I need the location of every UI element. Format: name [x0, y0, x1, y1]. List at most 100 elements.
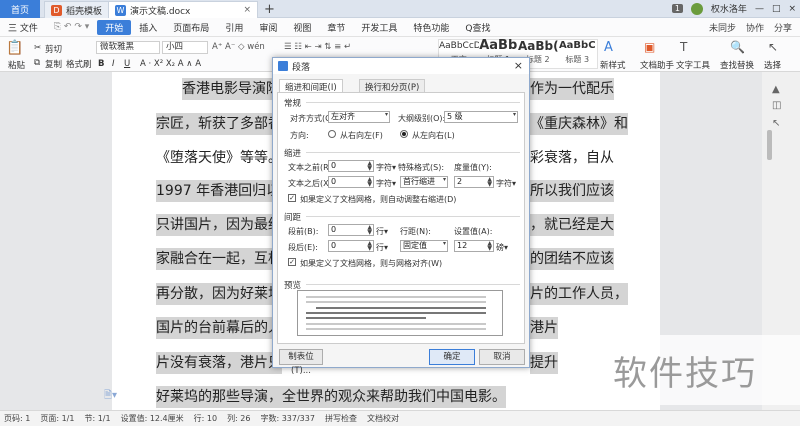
cancel-button[interactable]: 取消 — [479, 349, 525, 365]
menu-review[interactable]: 审阅 — [251, 21, 285, 34]
rtl-label[interactable]: 从右向左(F) — [340, 130, 383, 141]
menu-file[interactable]: 三 文件 — [0, 21, 46, 34]
alignment-select[interactable]: 左对齐 ▾ — [328, 111, 390, 123]
text-tools-icon[interactable]: T — [680, 40, 687, 54]
doc-fragment-1[interactable]: 作为一代配乐 — [530, 78, 614, 100]
new-style-button[interactable]: 新样式 — [600, 59, 626, 71]
outline-level-select[interactable]: 5 级 ▾ — [444, 111, 518, 123]
doc-fragment-5[interactable]: ，就已经是大 — [530, 214, 614, 236]
doc-line-8[interactable]: 国片的台前幕后的人 — [156, 317, 282, 339]
doc-line-1[interactable]: 香港电影导演陈 — [182, 78, 280, 100]
doc-line-4[interactable]: 1997 年香港回归以 — [156, 180, 281, 202]
ok-button[interactable]: 确定 — [429, 349, 475, 365]
indent-before-input[interactable]: 0 ▲ ▼ — [328, 160, 374, 172]
spinner-icon[interactable]: ▲ ▼ — [367, 241, 372, 252]
share-button[interactable]: 分享 — [774, 21, 792, 34]
sync-status[interactable]: 未同步 — [709, 21, 736, 34]
copy-button[interactable]: 复制 — [45, 58, 62, 70]
close-tab-icon[interactable]: × — [243, 5, 251, 15]
paste-icon[interactable]: 📋 — [6, 40, 23, 56]
cut-button[interactable]: 剪切 — [45, 43, 62, 55]
doc-line-3[interactable]: 《堕落天使》等等。 — [156, 147, 282, 169]
auto-indent-label[interactable]: 如果定义了文档网格，则自动调整右缩进(D) — [300, 194, 456, 205]
set-value-unit[interactable]: 磅▾ — [496, 242, 508, 253]
doc-fragment-7[interactable]: 片的工作人员， — [530, 283, 628, 305]
tab-stops-button[interactable]: 制表位(T)... — [279, 349, 323, 376]
spell-check-button[interactable]: 拼写检查 — [325, 413, 357, 424]
sidebar-up-icon[interactable]: ▲ — [772, 84, 780, 95]
menu-search[interactable]: Q查找 — [457, 21, 498, 34]
format-painter-button[interactable]: 格式刷 — [66, 58, 92, 70]
spinner-icon[interactable]: ▲ ▼ — [367, 225, 372, 236]
menu-features[interactable]: 特色功能 — [405, 21, 457, 34]
menu-insert[interactable]: 插入 — [131, 21, 165, 34]
spinner-icon[interactable]: ▲ ▼ — [487, 241, 492, 252]
doc-line-7[interactable]: 再分散，因为好莱坞 — [156, 283, 282, 305]
doc-fragment-8[interactable]: 港片 — [530, 317, 558, 339]
underline-icon[interactable]: U — [124, 59, 130, 69]
doc-line-6[interactable]: 家融合在一起，互相 — [156, 248, 282, 270]
user-name[interactable]: 权水洛年 — [711, 2, 747, 15]
tab-document[interactable]: W 演示文稿.docx × — [108, 1, 258, 18]
measure-input[interactable]: 2 ▲ ▼ — [454, 176, 494, 188]
italic-icon[interactable]: I — [112, 59, 115, 69]
spinner-icon[interactable]: ▲ ▼ — [487, 177, 492, 188]
doc-assistant-button[interactable]: 文档助手 — [640, 59, 674, 71]
spinner-icon[interactable]: ▲ ▼ — [367, 177, 372, 188]
doc-line-10[interactable]: 好莱坞的那些导演，全世界的观众来帮助我们中国电影。 — [156, 386, 506, 408]
indent-after-unit[interactable]: 字符▾ — [376, 178, 396, 189]
minimize-button[interactable]: — — [755, 4, 764, 14]
set-value-input[interactable]: 12 ▲ ▼ — [454, 240, 494, 252]
ltr-label[interactable]: 从左向右(L) — [412, 130, 455, 141]
paste-button[interactable]: 粘贴 — [8, 59, 25, 71]
space-before-input[interactable]: 0 ▲ ▼ — [328, 224, 374, 236]
bold-icon[interactable]: B — [98, 59, 104, 69]
font-size-select[interactable]: 小四 — [162, 41, 208, 54]
cursor-icon[interactable]: ↖ — [768, 40, 778, 54]
status-word-count[interactable]: 字数: 337/337 — [260, 413, 314, 424]
menu-start[interactable]: 开始 — [97, 19, 132, 35]
proofread-button[interactable]: 文档校对 — [367, 413, 399, 424]
menu-view[interactable]: 视图 — [285, 21, 319, 34]
find-replace-button[interactable]: 查找替换 — [720, 59, 754, 71]
space-after-input[interactable]: 0 ▲ ▼ — [328, 240, 374, 252]
text-tools-button[interactable]: 文字工具 — [676, 59, 710, 71]
measure-unit[interactable]: 字符▾ — [496, 178, 516, 189]
doc-fragment-4[interactable]: 所以我们应该 — [530, 180, 614, 202]
menu-page-layout[interactable]: 页面布局 — [165, 21, 217, 34]
line-spacing-select[interactable]: 固定值 ▾ — [400, 240, 448, 252]
dialog-title-bar[interactable]: 段落 × — [273, 58, 529, 74]
font-family-select[interactable]: 微软雅黑 — [96, 41, 160, 54]
special-format-select[interactable]: 首行缩进 ▾ — [400, 176, 448, 188]
doc-fragment-3[interactable]: 彩衰落，自从 — [530, 147, 614, 169]
search-icon[interactable]: 🔍 — [730, 40, 745, 54]
space-before-unit[interactable]: 行▾ — [376, 226, 388, 237]
tab-indent-spacing[interactable]: 缩进和间距(I) — [279, 79, 343, 93]
auto-indent-checkbox[interactable]: ✓ — [288, 194, 296, 202]
ltr-radio[interactable] — [400, 130, 408, 138]
spinner-icon[interactable]: ▲ ▼ — [367, 161, 372, 172]
avatar[interactable] — [690, 2, 703, 15]
indent-before-unit[interactable]: 字符▾ — [376, 162, 396, 173]
menu-references[interactable]: 引用 — [217, 21, 251, 34]
rtl-radio[interactable] — [328, 130, 336, 138]
snap-grid-checkbox[interactable]: ✓ — [288, 258, 296, 266]
sidebar-select-icon[interactable]: ↖ — [772, 118, 780, 129]
doc-line-9[interactable]: 片没有衰落，港片只 — [156, 352, 282, 374]
snap-grid-label[interactable]: 如果定义了文档网格，则与网格对齐(W) — [300, 258, 442, 269]
close-icon[interactable]: × — [514, 59, 523, 72]
cut-icon[interactable]: ✂ — [34, 43, 41, 53]
tab-line-page-break[interactable]: 换行和分页(P) — [359, 79, 426, 93]
doc-line-5[interactable]: 只讲国片，因为最终 — [156, 214, 282, 236]
menu-developer[interactable]: 开发工具 — [353, 21, 405, 34]
close-window-button[interactable]: × — [788, 4, 796, 14]
font-grow-icon[interactable]: A⁺ A⁻ ◇ wén — [212, 42, 265, 52]
font-effects-icons[interactable]: A · X² X₂ A ∧ A — [140, 59, 201, 69]
doc-fragment-2[interactable]: 《重庆森林》和 — [530, 113, 628, 135]
collaborate-button[interactable]: 协作 — [746, 21, 764, 34]
doc-fragment-6[interactable]: 的团结不应该 — [530, 248, 614, 270]
space-after-unit[interactable]: 行▾ — [376, 242, 388, 253]
home-tab[interactable]: 首页 — [0, 0, 40, 18]
doc-line-2[interactable]: 宗匠，斩获了多部香 — [156, 113, 282, 135]
quick-access-icons[interactable]: ⎘ ↶ ↷ ▾ — [46, 22, 97, 32]
